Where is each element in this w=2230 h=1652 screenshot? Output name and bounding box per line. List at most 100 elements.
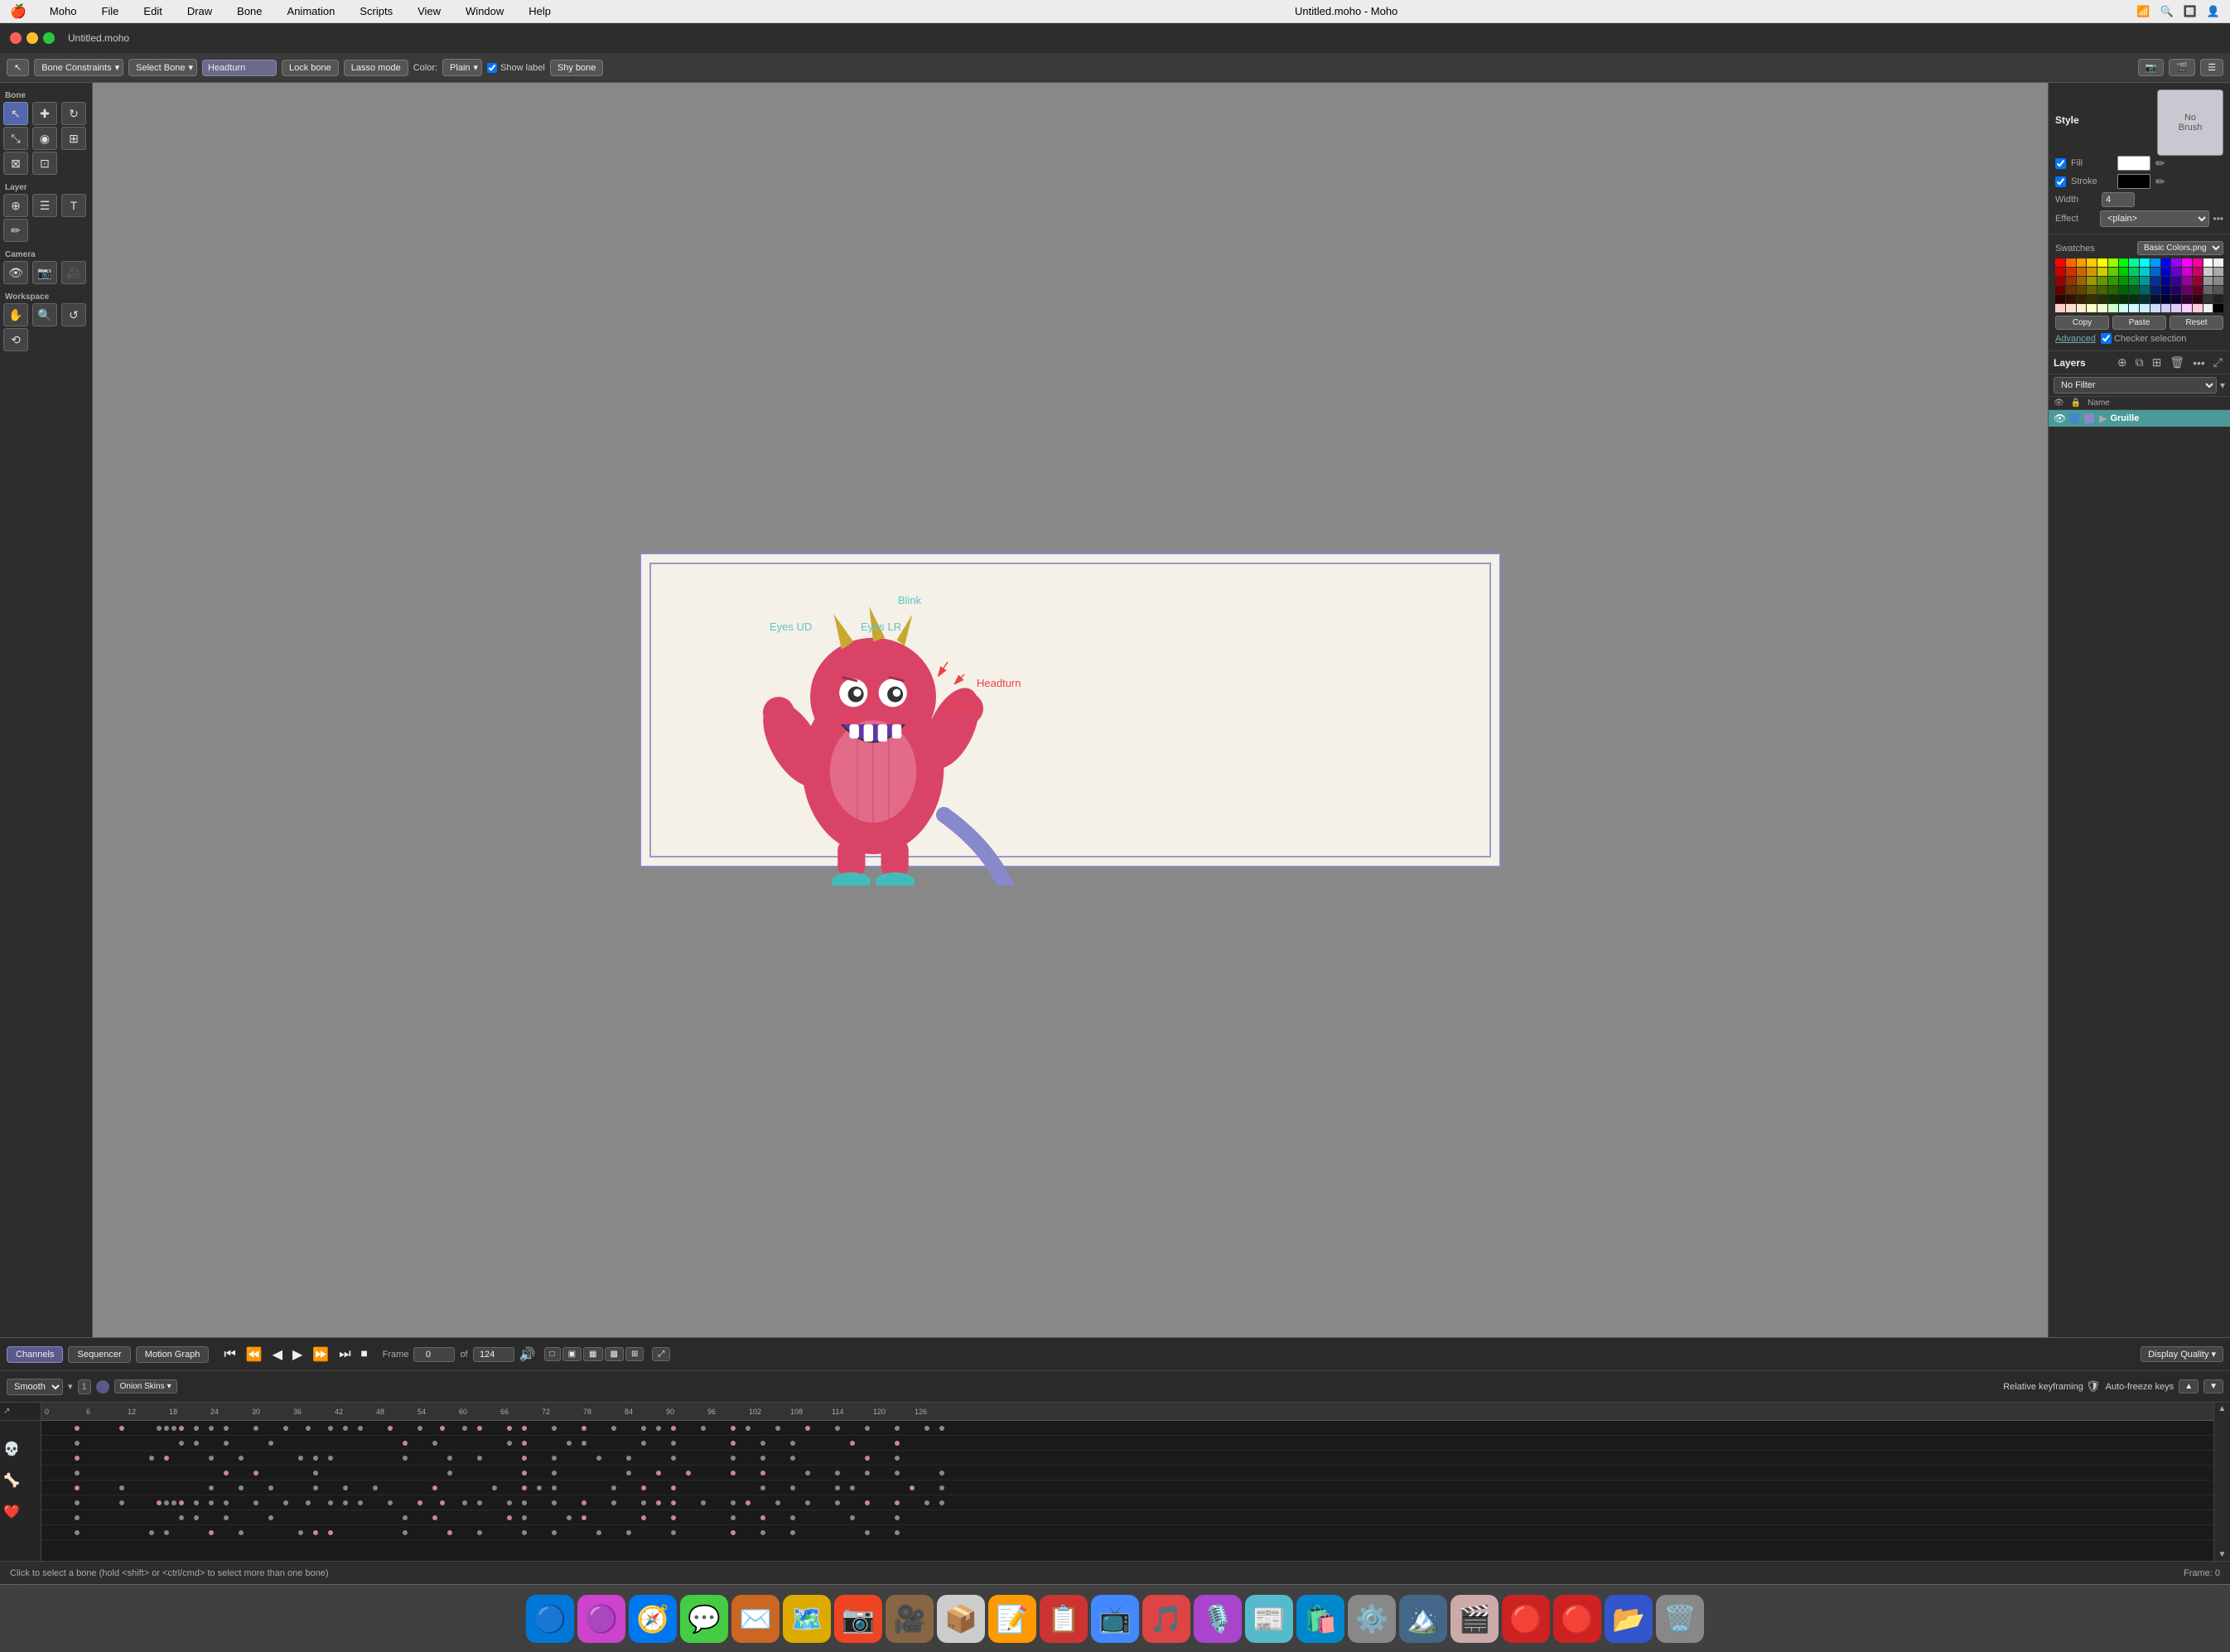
- copy-swatches-btn[interactable]: Copy: [2055, 316, 2109, 330]
- timeline-up-btn[interactable]: ▲: [2179, 1379, 2199, 1394]
- color-swatch-999900[interactable]: [2087, 277, 2097, 285]
- track-dot[interactable]: [164, 1530, 169, 1535]
- dock-item-trash[interactable]: 🗑️: [1656, 1595, 1704, 1643]
- track-dot[interactable]: [775, 1500, 780, 1505]
- color-swatch-eeffcc[interactable]: [2097, 304, 2107, 312]
- track-dot[interactable]: [895, 1471, 900, 1476]
- new-layer-btn[interactable]: ⊕: [2115, 355, 2130, 370]
- track-dot[interactable]: [507, 1426, 512, 1431]
- color-swatch-446600[interactable]: [2097, 286, 2107, 294]
- track-dot[interactable]: [790, 1530, 795, 1535]
- search-icon[interactable]: 🔍: [2160, 5, 2173, 18]
- color-swatch-000066[interactable]: [2161, 286, 2171, 294]
- color-swatch-664400[interactable]: [2077, 286, 2087, 294]
- dock-item-mail[interactable]: ✉️: [731, 1595, 780, 1643]
- effect-select[interactable]: <plain>: [2100, 210, 2209, 227]
- swatches-file-select[interactable]: Basic Colors.png: [2137, 241, 2223, 255]
- color-swatch-cc0066[interactable]: [2193, 268, 2203, 276]
- color-swatch-cccccc[interactable]: [2203, 268, 2213, 276]
- track-dot[interactable]: [671, 1485, 676, 1490]
- track-dot[interactable]: [790, 1441, 795, 1446]
- track-dot[interactable]: [75, 1485, 80, 1490]
- track-dot[interactable]: [656, 1471, 661, 1476]
- menu-moho[interactable]: Moho: [45, 3, 82, 19]
- color-swatch-339900[interactable]: [2108, 277, 2118, 285]
- color-swatch-00ffff[interactable]: [2140, 258, 2150, 267]
- track-dot[interactable]: [507, 1441, 512, 1446]
- track-dot[interactable]: [552, 1500, 557, 1505]
- tool-camera-3[interactable]: 🎥: [61, 261, 86, 284]
- dock-item-facetime[interactable]: 🎥: [886, 1595, 934, 1643]
- no-brush-btn[interactable]: No Brush: [2157, 89, 2223, 156]
- track-dot[interactable]: [701, 1426, 706, 1431]
- track-dot[interactable]: [760, 1515, 765, 1520]
- timeline-down-btn[interactable]: ▼: [2203, 1379, 2223, 1394]
- interp-num[interactable]: 1: [78, 1379, 91, 1394]
- track-dot[interactable]: [171, 1500, 176, 1505]
- track-dot[interactable]: [75, 1456, 80, 1461]
- track-dot[interactable]: [596, 1456, 601, 1461]
- track-dot[interactable]: [75, 1515, 80, 1520]
- track-dot[interactable]: [611, 1426, 616, 1431]
- dock-item-finder[interactable]: 🔵: [526, 1595, 574, 1643]
- track-dot[interactable]: [522, 1500, 527, 1505]
- track-dot[interactable]: [403, 1456, 408, 1461]
- track-dot[interactable]: [224, 1500, 229, 1505]
- track-dot[interactable]: [224, 1441, 229, 1446]
- color-swatch-003399[interactable]: [2150, 277, 2160, 285]
- color-swatch-ff00ff[interactable]: [2182, 258, 2192, 267]
- track-dot[interactable]: [477, 1500, 482, 1505]
- track-dot[interactable]: [641, 1485, 646, 1490]
- track-dot[interactable]: [447, 1530, 452, 1535]
- go-to-start-btn[interactable]: ⏮: [220, 1345, 239, 1364]
- dock-item-moho2[interactable]: 🔴: [1553, 1595, 1601, 1643]
- shy-bone-btn[interactable]: Shy bone: [550, 60, 603, 76]
- color-swatch-ccddff[interactable]: [2150, 304, 2160, 312]
- track-dot[interactable]: [313, 1471, 318, 1476]
- color-swatch-330000[interactable]: [2055, 295, 2065, 303]
- tool-zoom[interactable]: 🔍: [32, 303, 57, 326]
- track-dot[interactable]: [507, 1515, 512, 1520]
- track-dot[interactable]: [552, 1426, 557, 1431]
- track-dot[interactable]: [582, 1426, 586, 1431]
- color-swatch-330099[interactable]: [2171, 277, 2181, 285]
- track-dot[interactable]: [283, 1500, 288, 1505]
- control-center-icon[interactable]: 🔲: [2184, 5, 2197, 18]
- interp-circle-btn[interactable]: [96, 1380, 109, 1394]
- track-dot[interactable]: [179, 1426, 184, 1431]
- close-button[interactable]: [10, 32, 22, 44]
- menu-window[interactable]: Window: [461, 3, 509, 19]
- track-dot[interactable]: [75, 1530, 80, 1535]
- color-swatch-006622[interactable]: [2129, 286, 2139, 294]
- expand-layers-btn[interactable]: ⤢: [2211, 355, 2225, 370]
- track-dot[interactable]: [731, 1471, 736, 1476]
- track-dot[interactable]: [343, 1500, 348, 1505]
- color-swatch-002266[interactable]: [2150, 286, 2160, 294]
- tool-bones-4[interactable]: ⊡: [32, 152, 57, 175]
- tool-translate-bone[interactable]: ✚: [32, 102, 57, 125]
- tool-scale-bone[interactable]: ⤡: [3, 127, 28, 150]
- track-dot[interactable]: [209, 1530, 214, 1535]
- track-dot[interactable]: [209, 1456, 214, 1461]
- color-swatch-113300[interactable]: [2108, 295, 2118, 303]
- track-dot[interactable]: [805, 1426, 810, 1431]
- track-dot[interactable]: [835, 1485, 840, 1490]
- track-dot[interactable]: [895, 1441, 900, 1446]
- quality-4-btn[interactable]: ▩: [605, 1347, 624, 1361]
- color-swatch-333333[interactable]: [2203, 295, 2213, 303]
- track-dot[interactable]: [313, 1530, 318, 1535]
- track-dot[interactable]: [552, 1456, 557, 1461]
- fill-checkbox[interactable]: [2055, 158, 2066, 169]
- color-swatch-99ff00[interactable]: [2108, 258, 2118, 267]
- color-swatch-0000cc[interactable]: [2161, 268, 2171, 276]
- track-dot[interactable]: [522, 1441, 527, 1446]
- color-swatch-cccc00[interactable]: [2097, 268, 2107, 276]
- color-swatch-cc00cc[interactable]: [2182, 268, 2192, 276]
- track-dot[interactable]: [403, 1441, 408, 1446]
- effect-more-btn[interactable]: •••: [2213, 213, 2223, 225]
- track-dot[interactable]: [895, 1500, 900, 1505]
- bone-constraints-dropdown[interactable]: Bone Constraints ▾: [34, 59, 123, 76]
- track-dot[interactable]: [537, 1485, 542, 1490]
- track-dot[interactable]: [253, 1426, 258, 1431]
- track-dot[interactable]: [462, 1426, 467, 1431]
